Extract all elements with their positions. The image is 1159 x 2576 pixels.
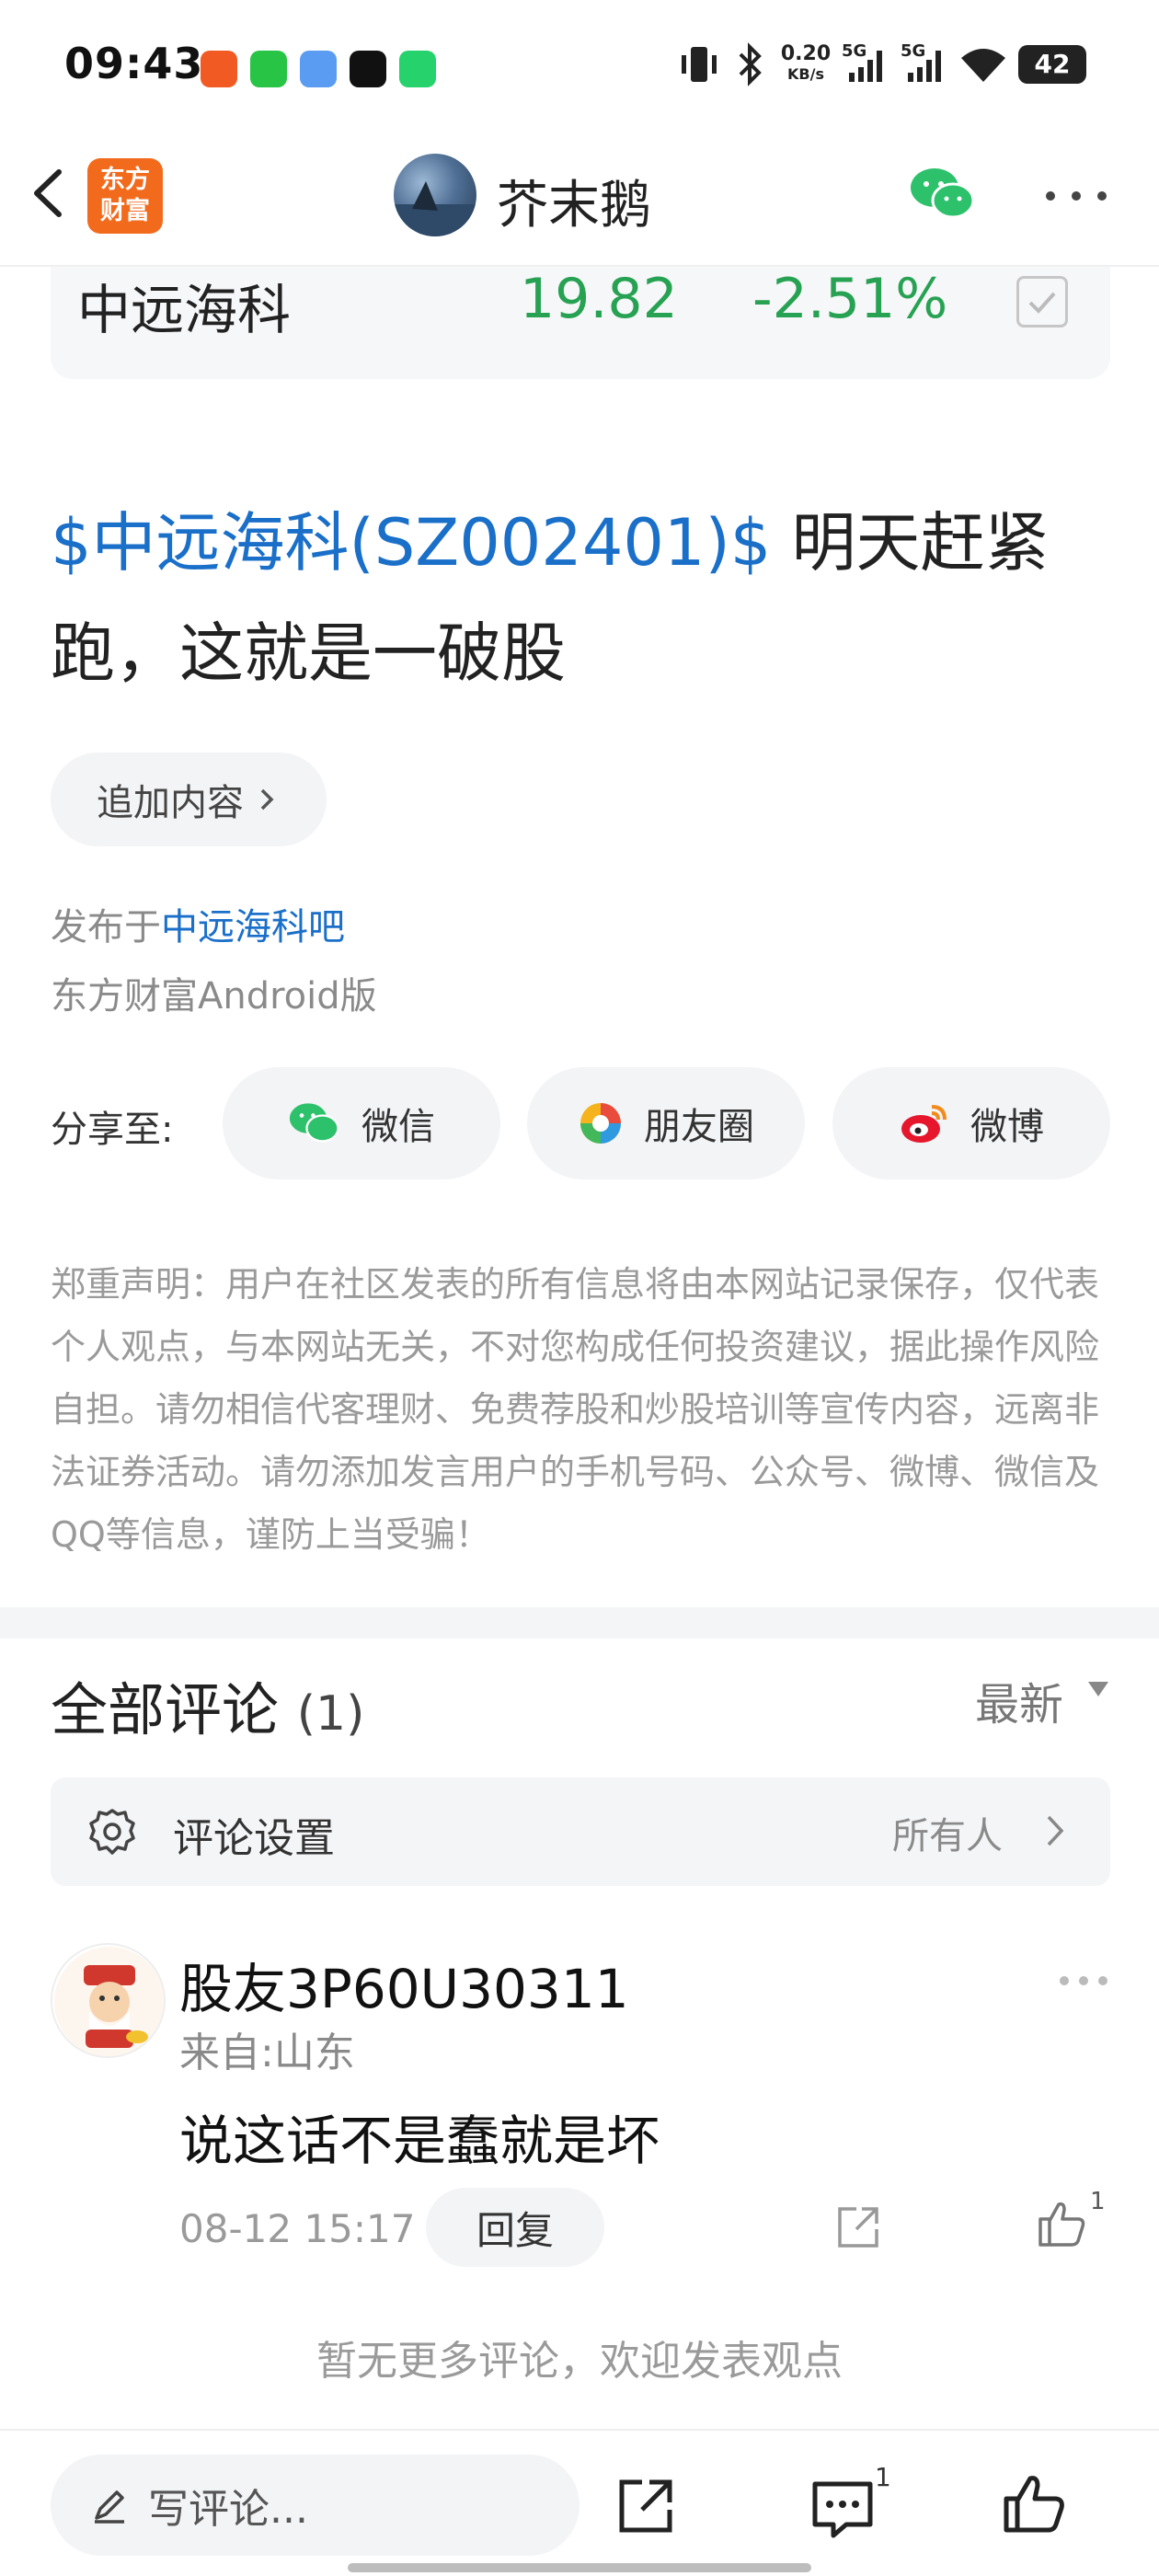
wechat-notification-icon: [250, 51, 287, 87]
comment-settings-value: 所有人: [892, 1815, 1003, 1857]
wifi-icon: [961, 49, 1005, 82]
check-icon: [1028, 292, 1056, 314]
gear-icon: [85, 1805, 140, 1860]
share-label: 分享至:: [51, 1109, 174, 1151]
disclaimer-text: 郑重声明：用户在社区发表的所有信息将由本网站记录保存，仅代表个人观点，与本网站无…: [51, 1264, 1100, 1555]
post-client: 东方财富Android版: [51, 975, 377, 1018]
vibrate-icon: [682, 47, 717, 82]
post-source: 发布于中远海科吧: [51, 906, 345, 949]
commenter-location: 来自:山东: [179, 2030, 355, 2076]
write-comment-input[interactable]: 写评论...: [51, 2455, 580, 2556]
comment-icon: [812, 2481, 873, 2538]
comment-like-count: 1: [1090, 2188, 1106, 2215]
clipboard-notification-icon: [399, 51, 436, 87]
comments-sort-dropdown[interactable]: 最新: [975, 1668, 1063, 1732]
chevron-left-icon: [34, 169, 62, 217]
wechat-share-button[interactable]: [909, 166, 977, 223]
status-bar: 09:43 0.20 KB/s 5G 5G 42: [0, 0, 1159, 138]
signal-icon-2: 5G: [901, 41, 947, 87]
comment-more-button[interactable]: [1058, 1973, 1109, 1986]
home-indicator: [348, 2563, 811, 2572]
comment-like-button[interactable]: [1035, 2197, 1088, 2250]
thumbs-up-icon: [1004, 2476, 1064, 2533]
share-icon: [619, 2479, 672, 2533]
comment-share-button[interactable]: [832, 2202, 884, 2253]
comments-title: 全部评论 (1): [51, 1676, 365, 1743]
share-post-button[interactable]: [614, 2475, 677, 2537]
commenter-avatar[interactable]: [51, 1943, 166, 2058]
share-icon: [838, 2207, 878, 2248]
signal-icon-1: 5G: [842, 41, 888, 87]
quote-stock-name: 中远海科: [77, 279, 292, 341]
author-name[interactable]: 芥末鹅: [497, 164, 651, 238]
more-options-button[interactable]: [1039, 189, 1113, 203]
news-notification-icon: [350, 51, 386, 87]
chevron-right-icon: [260, 788, 274, 811]
comment-settings-label: 评论设置: [173, 1815, 335, 1862]
append-content-button[interactable]: 追加内容: [51, 753, 327, 846]
append-content-label: 追加内容: [97, 782, 244, 824]
thumbs-up-icon: [1039, 2202, 1085, 2247]
section-divider: [0, 1607, 1159, 1639]
net-speed: 0.20 KB/s: [780, 42, 832, 84]
comment-count-badge: 1: [875, 2462, 891, 2492]
comments-count: (1): [296, 1686, 365, 1742]
cloud-notification-icon: [300, 51, 337, 87]
wechat-icon: [289, 1103, 339, 1143]
more-icon: [1046, 191, 1107, 201]
like-post-button[interactable]: [1001, 2471, 1067, 2537]
watchlist-checkbox[interactable]: [1016, 276, 1068, 328]
share-moments-button[interactable]: 朋友圈: [527, 1067, 805, 1179]
reply-button[interactable]: 回复: [426, 2188, 604, 2267]
moments-icon: [580, 1103, 621, 1144]
quote-price: 19.82: [520, 267, 678, 331]
wechat-icon: [911, 168, 975, 219]
weibo-icon: [901, 1105, 947, 1143]
bluetooth-icon: [739, 42, 762, 86]
back-button[interactable]: [20, 152, 75, 235]
post-content: $中远海科(SZ002401)$ 明天赶紧跑，这就是一破股: [51, 488, 1118, 708]
status-right-group: 0.20 KB/s 5G 5G 42: [676, 37, 1086, 92]
caret-down-icon: [1088, 1682, 1108, 1696]
comment-list-button[interactable]: [809, 2475, 876, 2541]
post-stock-link[interactable]: $中远海科(SZ002401)$: [51, 505, 771, 581]
author-avatar[interactable]: [394, 154, 476, 236]
status-time: 09:43: [64, 39, 204, 88]
quote-change: -2.51%: [752, 267, 948, 331]
share-weibo-button[interactable]: 微博: [832, 1067, 1110, 1179]
eastmoney-logo[interactable]: 东方 财富: [87, 158, 163, 234]
pencil-icon: [95, 2490, 124, 2524]
comment-time: 08-12 15:17: [179, 2206, 416, 2251]
write-comment-placeholder: 写评论...: [148, 2486, 308, 2533]
no-more-comments: 暂无更多评论，欢迎发表观点: [316, 2338, 843, 2385]
more-icon: [1060, 1976, 1107, 1985]
share-wechat-button[interactable]: 微信: [223, 1067, 500, 1179]
commenter-name[interactable]: 股友3P60U30311: [179, 1946, 629, 2023]
notification-app-icon: [201, 51, 237, 87]
stock-bar-link[interactable]: 中远海科吧: [161, 906, 345, 949]
chevron-right-icon: [1041, 1808, 1069, 1854]
comment-text: 说这话不是蠢就是坏: [179, 2110, 660, 2172]
battery-icon: 42: [1018, 45, 1086, 84]
